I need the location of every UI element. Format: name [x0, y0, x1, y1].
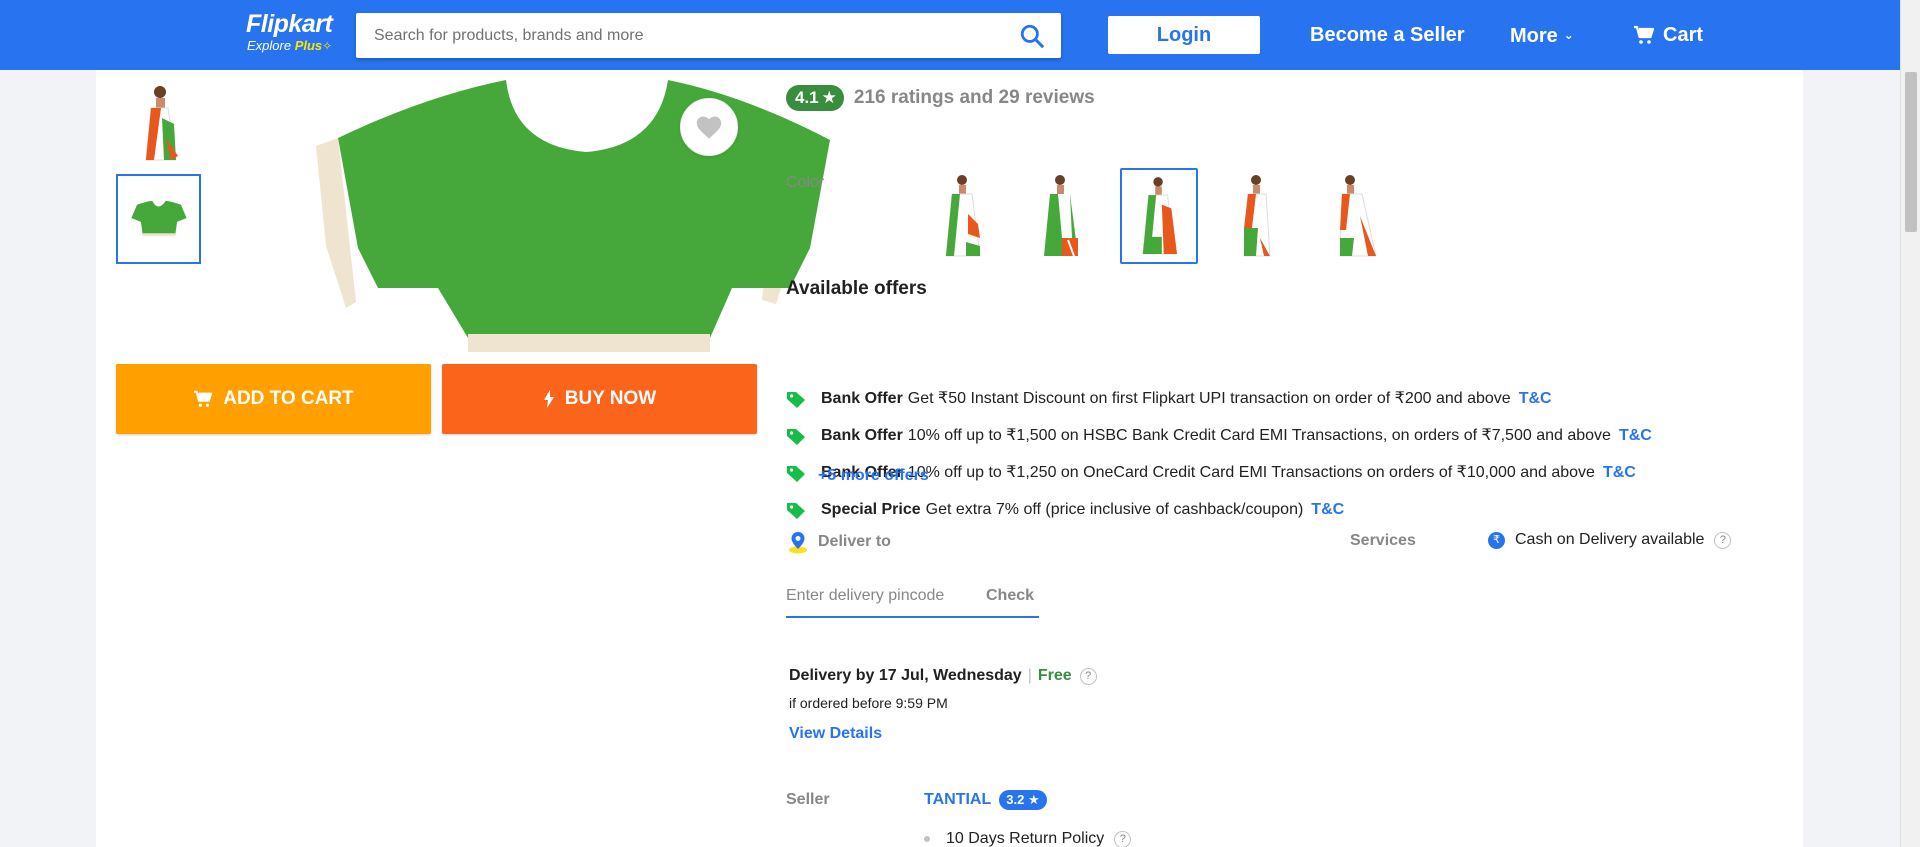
offer-tag-icon [787, 503, 805, 519]
scrollbar-thumb[interactable] [1905, 72, 1917, 232]
order-cutoff-time: if ordered before 9:59 PM [789, 695, 948, 711]
saree-variant-image [1243, 175, 1271, 257]
offer-kind: Bank Offer [821, 427, 903, 444]
available-offers-title: Available offers [786, 278, 927, 299]
buy-now-button[interactable]: BUY NOW [442, 364, 757, 434]
help-icon[interactable]: ? [1714, 531, 1732, 549]
main-product-image [316, 80, 830, 352]
check-pincode-button[interactable]: Check [986, 587, 1034, 605]
blouse-image [131, 200, 187, 237]
offer-item: Special Price Get extra 7% off (price in… [786, 499, 1344, 521]
offer-tag-icon [787, 429, 805, 445]
logo-sub-plus: Plus [294, 38, 323, 53]
saree-variant-image [1142, 177, 1178, 255]
logo-brand: Flipkart [246, 10, 333, 38]
delivery-date: Delivery by 17 Jul, Wednesday [789, 667, 1022, 684]
offer-text: 10% off up to ₹1,500 on HSBC Bank Credit… [907, 427, 1611, 444]
help-icon[interactable]: ? [1114, 830, 1132, 847]
offer-tc-link[interactable]: T&C [1619, 425, 1652, 447]
seller-rating-badge: 3.2 ★ [999, 790, 1047, 810]
cart-label: Cart [1663, 24, 1704, 46]
free-delivery-label: Free [1037, 667, 1072, 684]
chevron-down-icon: ⌄ [1563, 28, 1574, 42]
cart-icon [194, 390, 213, 407]
login-button[interactable]: Login [1108, 16, 1260, 54]
offer-tc-link[interactable]: T&C [1311, 499, 1344, 521]
lightning-icon [543, 390, 554, 408]
cart-icon [1634, 25, 1655, 44]
seller-info: TANTIAL 3.2 ★ [924, 790, 1047, 810]
deliver-to-label: Deliver to [818, 533, 891, 550]
pincode-box: Check [786, 578, 1039, 618]
color-label: Color [786, 174, 825, 191]
offer-text: Get ₹50 Instant Discount on first Flipka… [907, 390, 1511, 407]
cod-service: ₹ Cash on Delivery available ? [1488, 531, 1732, 549]
thumbnail-saree[interactable] [116, 78, 201, 168]
plus-star-icon: ✧ [322, 39, 333, 53]
seller-name-link[interactable]: TANTIAL [924, 791, 991, 809]
color-swatch-1[interactable] [924, 168, 1002, 264]
separator: | [1027, 667, 1032, 684]
star-icon: ★ [821, 88, 837, 107]
seller-rating-value: 3.2 [1006, 792, 1025, 807]
rupee-icon: ₹ [1488, 531, 1505, 549]
cod-label: Cash on Delivery available [1515, 531, 1705, 548]
offer-kind: Special Price [821, 501, 921, 518]
return-policy-text: 10 Days Return Policy [946, 830, 1105, 847]
cart-link[interactable]: Cart [1633, 22, 1703, 48]
logo-sub-prefix: Explore [247, 38, 292, 53]
offer-item: Bank Offer Get ₹50 Instant Discount on f… [786, 388, 1552, 410]
more-label: More [1510, 25, 1558, 47]
saree-variant-image [945, 175, 981, 257]
return-policy: 10 Days Return Policy ? [924, 830, 1132, 847]
top-header: Flipkart Explore Plus✧ Login Become a Se… [0, 0, 1900, 70]
saree-model-image [145, 86, 178, 161]
star-icon: ★ [1027, 792, 1040, 807]
rating-badge: 4.1 ★ [786, 85, 844, 111]
offer-tag-icon [787, 466, 805, 482]
thumbnail-blouse-selected[interactable] [116, 174, 201, 264]
bullet [924, 836, 930, 842]
offer-tc-link[interactable]: T&C [1519, 388, 1552, 410]
logo-subtitle: Explore Plus✧ [247, 38, 332, 54]
add-to-cart-button[interactable]: ADD TO CART [116, 364, 431, 434]
product-card: ADD TO CART BUY NOW 4.1 ★ 216 ratings and… [96, 70, 1803, 847]
saree-variant-image [1339, 175, 1377, 257]
pincode-input[interactable] [786, 578, 976, 614]
offer-tag-icon [787, 392, 805, 408]
color-swatch-3-selected[interactable] [1120, 168, 1198, 264]
rating-value: 4.1 [795, 88, 819, 107]
more-offers-link[interactable]: +5 more offers [818, 467, 929, 485]
flipkart-logo[interactable]: Flipkart Explore Plus✧ [246, 10, 333, 54]
buy-now-label: BUY NOW [564, 388, 657, 409]
delivery-estimate: Delivery by 17 Jul, Wednesday | Free ? [789, 667, 1097, 685]
offer-text: Get extra 7% off (price inclusive of cas… [925, 501, 1304, 518]
wishlist-button[interactable] [680, 98, 738, 156]
rating-summary: 4.1 ★ 216 ratings and 29 reviews [786, 85, 1095, 111]
color-swatch-2[interactable] [1022, 168, 1100, 264]
heart-icon [696, 116, 722, 139]
deliver-to: Deliver to [786, 530, 891, 554]
search-bar [356, 13, 1061, 58]
offer-tc-link[interactable]: T&C [1603, 462, 1636, 484]
view-details-link[interactable]: View Details [789, 725, 882, 743]
saree-variant-image [1044, 175, 1078, 257]
color-swatch-5[interactable] [1316, 168, 1394, 264]
offer-kind: Bank Offer [821, 390, 903, 407]
color-swatch-4[interactable] [1218, 168, 1296, 264]
more-menu[interactable]: More ⌄ [1510, 22, 1574, 49]
offer-text: 10% off up to ₹1,250 on OneCard Credit C… [907, 464, 1595, 481]
become-seller-link[interactable]: Become a Seller [1310, 22, 1465, 48]
ratings-reviews-count[interactable]: 216 ratings and 29 reviews [854, 87, 1095, 109]
search-icon[interactable] [1019, 23, 1045, 49]
offer-item: Bank Offer 10% off up to ₹1,500 on HSBC … [786, 425, 1652, 447]
help-icon[interactable]: ? [1079, 667, 1097, 685]
location-pin-icon [789, 532, 807, 554]
page-scrollbar[interactable] [1900, 0, 1920, 847]
seller-label: Seller [786, 791, 830, 808]
search-input[interactable] [374, 13, 994, 58]
add-to-cart-label: ADD TO CART [223, 388, 354, 409]
services-label: Services [1350, 532, 1416, 549]
